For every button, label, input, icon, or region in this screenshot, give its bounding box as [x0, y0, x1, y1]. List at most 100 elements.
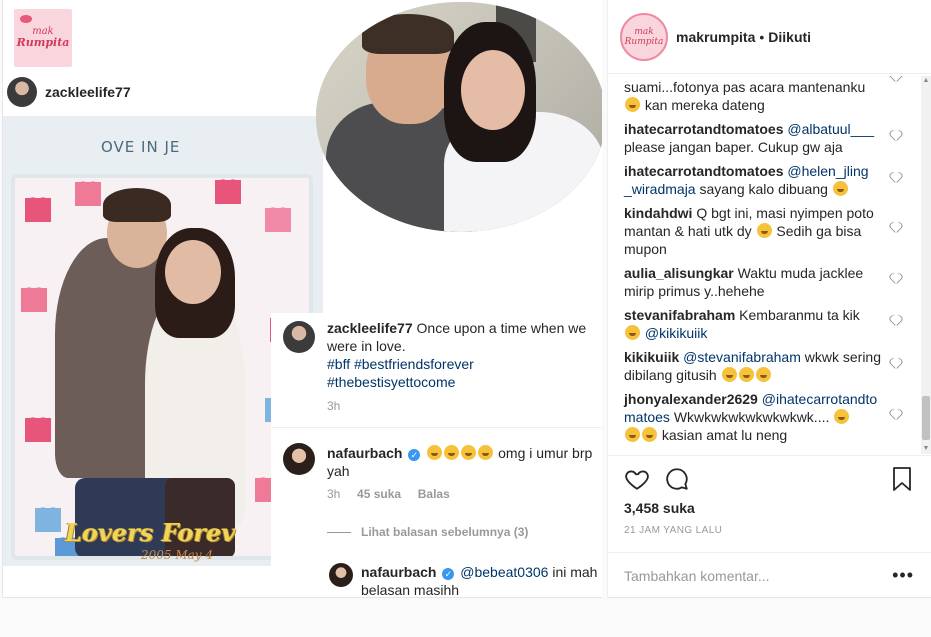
- comment-username[interactable]: jhonyalexander2629: [624, 391, 758, 407]
- heart-outline-icon: [890, 274, 902, 285]
- grinning-emoji-icon: [625, 427, 640, 442]
- comment-text-continued: kan mereka dateng: [644, 97, 765, 113]
- comment-bubble-icon[interactable]: [664, 466, 690, 492]
- heart-outline-icon: [890, 223, 902, 234]
- frame-inner: [11, 174, 313, 560]
- reply1-time: 3h: [327, 487, 341, 501]
- caption-avatar: [283, 321, 315, 353]
- comment-username[interactable]: stevanifabraham: [624, 307, 735, 323]
- like-comment-button[interactable]: [890, 359, 902, 371]
- comment-item: jhonyalexander2629 @ihatecarrotandtomato…: [624, 390, 884, 444]
- comment-text: please jangan baper. Cukup gw aja: [624, 139, 843, 155]
- laughing-emoji-icon: [625, 97, 640, 112]
- woman-face: [461, 50, 525, 130]
- post-timestamp[interactable]: 21 JAM YANG LALU: [624, 525, 722, 536]
- caption-time: 3h: [327, 399, 341, 413]
- heart-decoration: [265, 208, 291, 232]
- like-comment-button[interactable]: [890, 316, 902, 328]
- like-comment-button[interactable]: [890, 131, 902, 143]
- like-heart-icon[interactable]: [624, 466, 650, 492]
- comment-item: stevanifabraham Kembaranmu ta kik @kikik…: [624, 306, 884, 342]
- heart-outline-icon: [890, 410, 902, 421]
- avatar-text-top: mak: [634, 26, 654, 37]
- reply1-username: nafaurbach: [327, 445, 403, 461]
- caption-hashtags-2: #thebestisyettocome: [327, 374, 456, 390]
- heart-decoration: [25, 198, 51, 222]
- comment-mention[interactable]: @stevanifabraham: [683, 349, 801, 365]
- frame-caption-text: Lovers Forev: [65, 518, 236, 547]
- like-comment-button[interactable]: [890, 223, 902, 235]
- comment-mention[interactable]: @kikikuiik: [645, 325, 707, 341]
- profile-username[interactable]: makrumpita: [676, 29, 755, 45]
- source-post-header: zackleelife77: [3, 72, 323, 112]
- laughing-emoji-icon: [478, 445, 494, 460]
- laughing-emoji-icon: [444, 445, 460, 460]
- profile-avatar[interactable]: mak Rumpita: [620, 12, 668, 61]
- crying-emoji-icon: [832, 181, 848, 196]
- crying-emoji-icon: [756, 223, 772, 238]
- logo-heart-icon: [20, 15, 32, 23]
- caption-block: zackleelife77 Once upon a time when we w…: [327, 319, 597, 391]
- comment-list[interactable]: suami...fotonya pas acara mantenanku kan…: [608, 76, 918, 454]
- comment-mention[interactable]: @albatuul___: [787, 121, 874, 137]
- comment-text-continued: kasian amat lu neng: [661, 427, 788, 443]
- heart-decoration: [25, 418, 51, 442]
- heart-outline-icon: [890, 316, 902, 327]
- watermark-logo: mak Rumpita: [14, 9, 72, 67]
- post-image[interactable]: mak Rumpita zackleelife77 OVE IN JE Love…: [2, 0, 602, 598]
- action-bar: [608, 455, 931, 501]
- frame-date-text: 2005 May 4: [141, 548, 214, 562]
- comment-item: kikikuiik @stevanifabraham wkwk sering d…: [624, 348, 884, 384]
- reply1-block: nafaurbach ✓ omg i umur brp yah: [327, 444, 597, 480]
- avatar-text-bottom: Rumpita: [624, 36, 664, 47]
- post-side-panel: mak Rumpita makrumpita • Diikuti suami..…: [607, 0, 931, 598]
- bookmark-icon[interactable]: [890, 466, 914, 492]
- heart-outline-icon: [890, 76, 902, 83]
- add-comment-input[interactable]: [624, 567, 874, 584]
- add-comment-bar: •••: [608, 552, 931, 598]
- heart-decoration: [215, 180, 241, 204]
- follow-button[interactable]: Diikuti: [768, 29, 811, 45]
- laughing-emoji-icon: [755, 367, 771, 382]
- comment-username[interactable]: ihatecarrotandtomatoes: [624, 121, 783, 137]
- divider: [271, 427, 602, 428]
- scroll-down-arrow-icon[interactable]: ▼: [921, 444, 931, 454]
- heart-decoration: [21, 288, 47, 312]
- more-options-button[interactable]: •••: [892, 565, 914, 586]
- grinning-emoji-icon: [625, 325, 640, 340]
- comment-text: suami...fotonya pas acara mantenanku: [624, 79, 866, 95]
- reply2-avatar: [329, 563, 353, 587]
- comment-item: kindahdwi Q bgt ini, masi nyimpen poto m…: [624, 204, 884, 258]
- verified-badge-icon: ✓: [442, 568, 455, 580]
- source-avatar: [7, 77, 37, 107]
- view-previous-replies: Lihat balasan sebelumnya (3): [361, 525, 529, 539]
- heart-decoration: [35, 508, 61, 532]
- scroll-up-arrow-icon[interactable]: ▲: [921, 76, 931, 86]
- comment-item: ihatecarrotandtomatoes @albatuul___ plea…: [624, 120, 884, 156]
- reply2-username: nafaurbach: [361, 564, 437, 580]
- frame-title-text: OVE IN JE: [101, 138, 181, 156]
- comment-username[interactable]: ihatecarrotandtomatoes: [624, 163, 783, 179]
- comment-username[interactable]: kikikuiik: [624, 349, 679, 365]
- caption-username: zackleelife77: [327, 320, 413, 336]
- heart-outline-icon: [890, 359, 902, 370]
- scrollbar-thumb[interactable]: [922, 396, 930, 440]
- reply2-mention: @bebeat0306: [460, 564, 549, 580]
- comments-scrollbar[interactable]: ▲ ▼: [921, 76, 931, 454]
- like-comment-button[interactable]: [890, 274, 902, 286]
- verified-badge-icon: ✓: [408, 449, 421, 461]
- heart-decoration: [75, 182, 101, 206]
- reply2-block: nafaurbach ✓ @bebeat0306 ini mah belasan…: [361, 563, 601, 597]
- embedded-comment-screenshot: zackleelife77 Once upon a time when we w…: [271, 313, 602, 597]
- caption-hashtags-1: #bff #bestfriendsforever: [327, 356, 474, 372]
- laughing-emoji-icon: [721, 367, 737, 382]
- comment-item: aulia_alisungkar Waktu muda jacklee miri…: [624, 264, 884, 300]
- like-comment-button[interactable]: [890, 173, 902, 185]
- likes-count[interactable]: 3,458 suka: [624, 500, 695, 516]
- comment-username[interactable]: kindahdwi: [624, 205, 692, 221]
- like-comment-button[interactable]: [890, 410, 902, 422]
- comment-item: suami...fotonya pas acara mantenanku kan…: [624, 78, 884, 114]
- comment-username[interactable]: aulia_alisungkar: [624, 265, 734, 281]
- comment-text: Kembaranmu ta kik: [739, 307, 860, 323]
- like-comment-button[interactable]: [890, 76, 902, 84]
